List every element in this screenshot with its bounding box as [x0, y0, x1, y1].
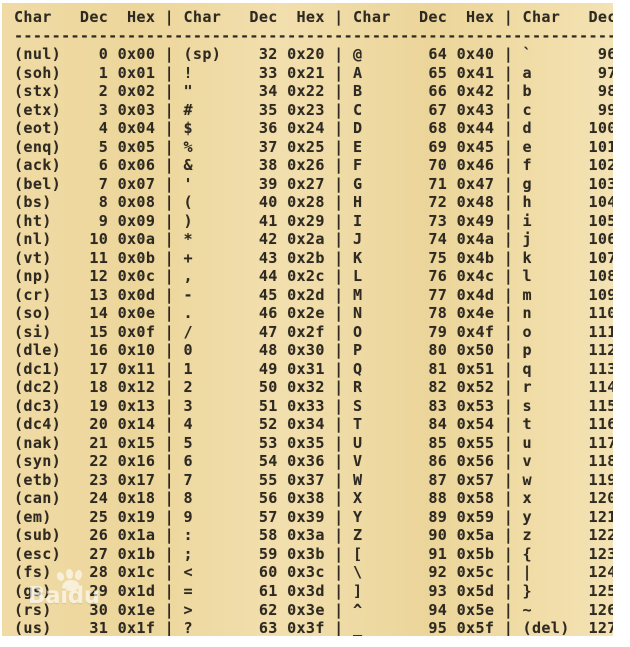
ascii-table-text: Char Dec Hex | Char Dec Hex | Char Dec H…: [14, 8, 613, 636]
ascii-table-panel: Char Dec Hex | Char Dec Hex | Char Dec H…: [2, 3, 613, 636]
